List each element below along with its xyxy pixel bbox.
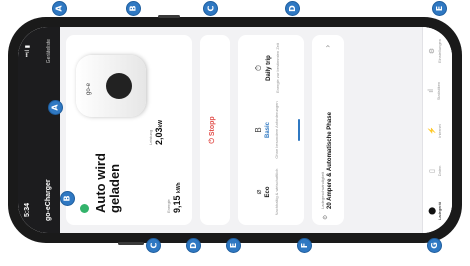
energy-number: 9,15 (172, 195, 182, 213)
power-label: Leistung (148, 129, 153, 145)
nav-item-internet[interactable]: ⚡ Internet (428, 111, 442, 151)
phone-screen: 5:34 ••ıl ▮ go-eCharger Geräteliste go-e… (18, 27, 452, 233)
nav-charger-label: Ladegerät (437, 202, 442, 221)
marker-inner-a: A (48, 100, 63, 115)
marker-bottom-e: E (226, 238, 241, 253)
status-bar: 5:34 ••ıl ▮ (18, 27, 40, 233)
settings-nav-icon: ⚙ (429, 47, 436, 55)
marker-bottom-g: G (427, 238, 442, 253)
app-view: 5:34 ••ıl ▮ go-eCharger Geräteliste go-e… (18, 27, 452, 233)
mode-basic-description: Ohne besondere Anforderungen (274, 101, 279, 159)
mode-daily-trip[interactable]: ⏱ Daily trip Energie zur bestimmten Zeit (244, 37, 298, 99)
power-unit: kW (158, 119, 164, 128)
charger-brand: go-e (86, 82, 92, 95)
mode-daily-trip-description: Energie zur bestimmten Zeit (275, 42, 280, 94)
power-button (118, 242, 144, 245)
marker-top-c: C (203, 1, 218, 16)
device-list-link[interactable]: Geräteliste (46, 39, 52, 63)
mode-eco-label: Eco (265, 186, 271, 198)
timer-icon: ⏱ (254, 64, 263, 72)
nav-data-label: Daten (437, 165, 442, 177)
mode-basic-label: Basic (265, 122, 271, 139)
charger-knob (106, 73, 132, 99)
eco-icon: ⌀ (254, 189, 263, 195)
marker-inner-b: B (60, 191, 75, 206)
nav-item-data[interactable]: ▯ Daten (428, 151, 442, 191)
bottom-navigation: ⬤ Ladegerät ▯ Daten ⚡ Internet ıl Statis… (422, 27, 452, 233)
data-nav-icon: ▯ (429, 169, 436, 173)
marker-bottom-c: C (146, 238, 161, 253)
phone-frame: 5:34 ••ıl ▮ go-eCharger Geräteliste go-e… (8, 15, 462, 245)
status-time: 5:34 (24, 202, 31, 217)
nav-item-statistics[interactable]: ıl Statistiken (428, 71, 441, 111)
charging-status-card: go-e Auto wird geladen Leistung 2,03kW E… (66, 35, 192, 225)
energy-label: Energie (166, 199, 171, 213)
power-number: 2,03 (154, 127, 164, 145)
gear-icon: ⚙ (323, 214, 329, 220)
nav-settings-label: Einstellungen (437, 38, 442, 64)
stop-button[interactable]: ⏻ Stopp (200, 35, 230, 225)
chevron-right-icon: › (323, 45, 332, 48)
marker-top-d: D (285, 1, 300, 16)
marker-bottom-f: F (297, 238, 312, 253)
basic-icon: B (254, 127, 263, 133)
mode-eco[interactable]: ⌀ Eco Nachhaltig & wirtschaftlich (244, 161, 298, 223)
volume-button (158, 15, 180, 18)
signal-icon: ••ıl ▮ (25, 45, 31, 58)
app-title: go-eCharger (45, 179, 52, 221)
mode-basic[interactable]: B Basic Ohne besondere Anforderungen (244, 99, 298, 161)
charging-state-icon (80, 204, 89, 213)
chart-nav-icon: ıl (428, 89, 435, 93)
charging-state-title: Auto wird geladen (93, 153, 122, 213)
mode-daily-trip-label: Daily trip (266, 55, 272, 81)
charging-modes: ⌀ Eco Nachhaltig & wirtschaftlich B Basi… (238, 35, 304, 225)
bolt-nav-icon: ⚡ (429, 126, 436, 136)
mode-eco-description: Nachhaltig & wirtschaftlich (274, 168, 279, 216)
power-value: 2,03kW (154, 120, 164, 145)
nav-internet-label: Internet (437, 124, 442, 138)
charger-image: go-e (76, 55, 146, 117)
charging-current-value: 20 Ampere & Automatische Phase (327, 112, 333, 209)
selected-mode-indicator (298, 119, 300, 141)
marker-top-e: E (432, 1, 447, 16)
stop-button-label: ⏻ Stopp (209, 116, 216, 144)
marker-bottom-d: D (186, 238, 201, 253)
energy-value: 9,15 kWh (172, 182, 182, 213)
nav-item-charger[interactable]: ⬤ Ladegerät (428, 191, 442, 231)
marker-top-a: A (52, 1, 67, 16)
marker-top-b: B (126, 1, 141, 16)
charger-nav-icon: ⬤ (429, 207, 436, 215)
nav-item-settings[interactable]: ⚙ Einstellungen (428, 31, 442, 71)
charging-current-label: Ladegeschwindigkeit (320, 171, 325, 209)
energy-unit: kWh (176, 182, 182, 193)
nav-statistics-label: Statistiken (436, 81, 441, 101)
charging-current-card[interactable]: ⚙ Ladegeschwindigkeit 20 Ampere & Automa… (312, 35, 344, 225)
app-header: go-eCharger Geräteliste (40, 27, 60, 233)
